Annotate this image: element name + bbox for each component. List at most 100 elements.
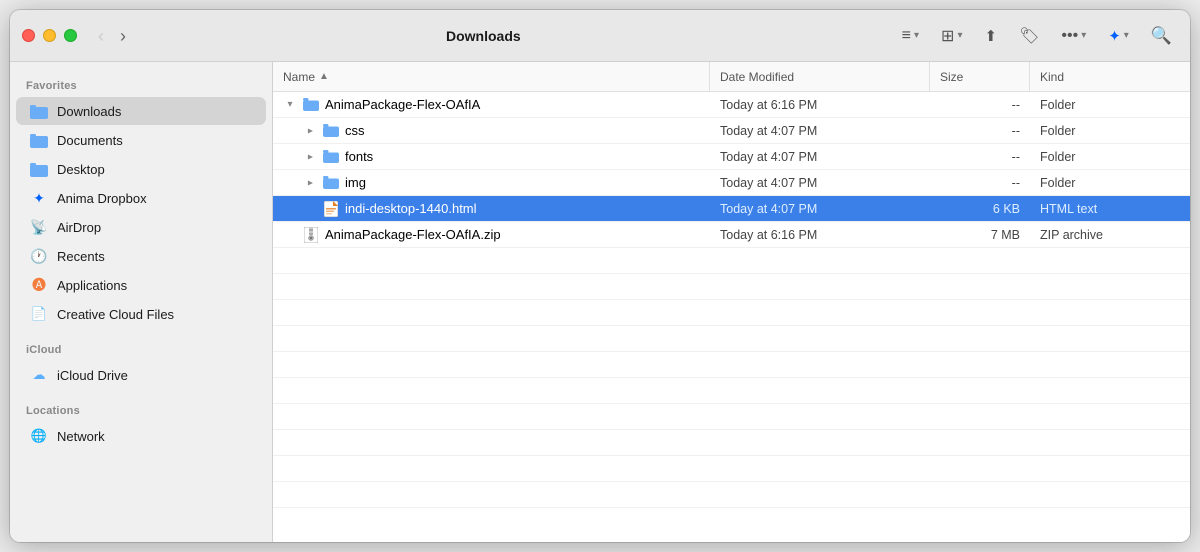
file-size-cell: 7 MB — [930, 228, 1030, 242]
file-size-cell: -- — [930, 176, 1030, 190]
file-name-cell: ▾ css — [273, 123, 710, 139]
column-headers: Name ▲ Date Modified Size Kind — [273, 62, 1190, 92]
titlebar: ‹ › Downloads ≡ ▾ ⊞ ▾ ⬆ 🏷 ••• ▾ — [10, 10, 1190, 62]
applications-icon: 🅐 — [30, 276, 48, 294]
empty-row — [273, 430, 1190, 456]
list-view-chevron: ▾ — [914, 30, 919, 41]
table-row[interactable]: ▾ img Today at 4:07 PM -- Folder — [273, 170, 1190, 196]
favorites-section-label: Favorites — [10, 72, 272, 96]
locations-section-label: Locations — [10, 397, 272, 421]
size-column-header[interactable]: Size — [930, 62, 1030, 91]
sidebar-item-creative-cloud[interactable]: 📄 Creative Cloud Files — [16, 300, 266, 328]
tag-button[interactable]: 🏷 — [1013, 22, 1045, 50]
empty-row — [273, 300, 1190, 326]
recents-icon: 🕐 — [30, 247, 48, 265]
file-name-text: indi-desktop-1440.html — [345, 201, 477, 216]
disclosure-triangle[interactable]: ▾ — [303, 150, 317, 164]
grid-view-button[interactable]: ⊞ ▾ — [935, 22, 968, 50]
sidebar-item-label: Documents — [57, 133, 123, 148]
traffic-lights — [22, 29, 77, 42]
table-row[interactable]: AnimaPackage-Flex-OAfIA.zip Today at 6:1… — [273, 222, 1190, 248]
sidebar-item-label: Network — [57, 429, 105, 444]
table-row[interactable]: ▾ css Today at 4:07 PM -- Folder — [273, 118, 1190, 144]
file-kind-cell: HTML text — [1030, 202, 1190, 216]
sidebar-item-desktop[interactable]: Desktop — [16, 155, 266, 183]
sidebar-item-label: Downloads — [57, 104, 121, 119]
dropbox-chevron: ▾ — [1124, 30, 1129, 41]
table-row[interactable]: indi-desktop-1440.html Today at 4:07 PM … — [273, 196, 1190, 222]
search-button[interactable]: 🔍 — [1145, 22, 1178, 50]
file-name-text: AnimaPackage-Flex-OAfIA.zip — [325, 227, 501, 242]
file-name-text: fonts — [345, 149, 373, 164]
airdrop-icon: 📡 — [30, 218, 48, 236]
list-view-button[interactable]: ≡ ▾ — [896, 23, 925, 49]
search-icon: 🔍 — [1151, 26, 1172, 46]
empty-row — [273, 326, 1190, 352]
dropbox-icon: ✦ — [1108, 27, 1121, 45]
network-icon: 🌐 — [30, 427, 48, 445]
sidebar-item-applications[interactable]: 🅐 Applications — [16, 271, 266, 299]
table-row[interactable]: ▾ AnimaPackage-Flex-OAfIA Today at 6:16 … — [273, 92, 1190, 118]
empty-row — [273, 248, 1190, 274]
window-title: Downloads — [71, 28, 896, 44]
file-kind-cell: Folder — [1030, 124, 1190, 138]
file-kind-cell: ZIP archive — [1030, 228, 1190, 242]
sidebar-item-label: Recents — [57, 249, 105, 264]
folder-icon — [323, 149, 339, 165]
name-column-header[interactable]: Name ▲ — [273, 62, 710, 91]
file-kind-cell: Folder — [1030, 98, 1190, 112]
content-area: Favorites Downloads Documents Desktop — [10, 62, 1190, 542]
folder-icon — [303, 97, 319, 113]
finder-window: ‹ › Downloads ≡ ▾ ⊞ ▾ ⬆ 🏷 ••• ▾ — [10, 10, 1190, 542]
file-kind-cell: Folder — [1030, 176, 1190, 190]
file-name-cell: ▾ img — [273, 175, 710, 191]
zip-file-icon — [303, 227, 319, 243]
sidebar-item-downloads[interactable]: Downloads — [16, 97, 266, 125]
file-date-cell: Today at 4:07 PM — [710, 150, 930, 164]
disclosure-triangle[interactable]: ▾ — [303, 176, 317, 190]
close-button[interactable] — [22, 29, 35, 42]
disclosure-triangle[interactable]: ▾ — [283, 98, 297, 112]
empty-row — [273, 274, 1190, 300]
file-name-cell: AnimaPackage-Flex-OAfIA.zip — [273, 227, 710, 243]
file-size-cell: -- — [930, 150, 1030, 164]
table-row[interactable]: ▾ fonts Today at 4:07 PM -- Folder — [273, 144, 1190, 170]
sidebar-item-network[interactable]: 🌐 Network — [16, 422, 266, 450]
disclosure-triangle[interactable]: ▾ — [303, 124, 317, 138]
file-date-cell: Today at 4:07 PM — [710, 124, 930, 138]
sort-arrow-icon: ▲ — [319, 71, 329, 82]
sidebar-item-label: iCloud Drive — [57, 368, 128, 383]
dropbox-button[interactable]: ✦ ▾ — [1102, 23, 1135, 49]
share-icon: ⬆ — [984, 27, 997, 45]
sidebar-item-icloud-drive[interactable]: ☁ iCloud Drive — [16, 361, 266, 389]
file-date-cell: Today at 4:07 PM — [710, 202, 930, 216]
file-kind-cell: Folder — [1030, 150, 1190, 164]
file-list: ▾ AnimaPackage-Flex-OAfIA Today at 6:16 … — [273, 92, 1190, 542]
minimize-button[interactable] — [43, 29, 56, 42]
file-date-cell: Today at 4:07 PM — [710, 176, 930, 190]
creative-cloud-icon: 📄 — [30, 305, 48, 323]
more-button[interactable]: ••• ▾ — [1055, 23, 1092, 49]
sidebar-item-recents[interactable]: 🕐 Recents — [16, 242, 266, 270]
empty-row — [273, 404, 1190, 430]
file-size-cell: 6 KB — [930, 202, 1030, 216]
file-browser: Name ▲ Date Modified Size Kind ▾ — [273, 62, 1190, 542]
grid-view-chevron: ▾ — [957, 30, 962, 41]
tag-icon: 🏷 — [1019, 26, 1039, 46]
folder-icon — [323, 175, 339, 191]
file-date-cell: Today at 6:16 PM — [710, 98, 930, 112]
sidebar-item-documents[interactable]: Documents — [16, 126, 266, 154]
kind-column-header[interactable]: Kind — [1030, 62, 1190, 91]
sidebar-item-label: Desktop — [57, 162, 105, 177]
folder-icon — [30, 102, 48, 120]
empty-row — [273, 482, 1190, 508]
sidebar-item-label: Anima Dropbox — [57, 191, 147, 206]
date-column-header[interactable]: Date Modified — [710, 62, 930, 91]
sidebar-item-airdrop[interactable]: 📡 AirDrop — [16, 213, 266, 241]
file-name-text: img — [345, 175, 366, 190]
sidebar-item-label: AirDrop — [57, 220, 101, 235]
sidebar-item-anima-dropbox[interactable]: ✦ Anima Dropbox — [16, 184, 266, 212]
dropbox-icon: ✦ — [30, 189, 48, 207]
share-button[interactable]: ⬆ — [978, 23, 1003, 49]
file-date-cell: Today at 6:16 PM — [710, 228, 930, 242]
